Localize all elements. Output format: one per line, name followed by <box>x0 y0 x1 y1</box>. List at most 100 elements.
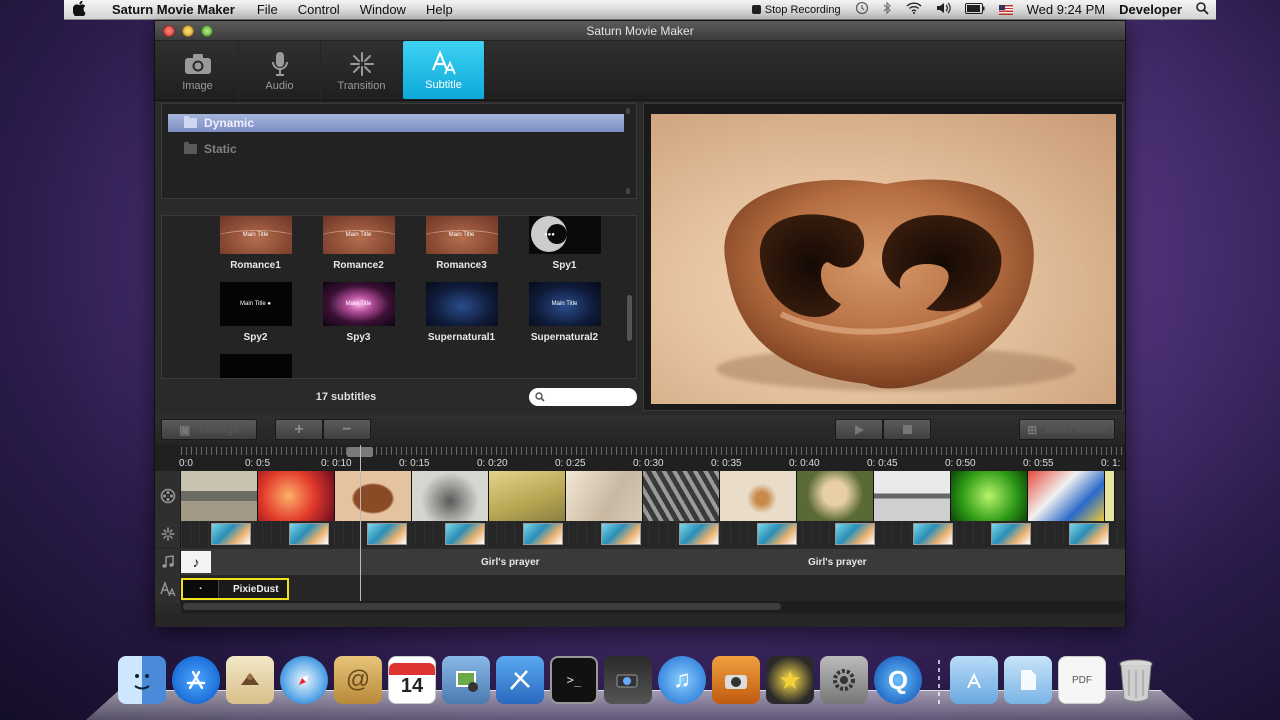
preview-image[interactable] <box>651 114 1116 404</box>
play-button[interactable] <box>835 419 883 440</box>
video-clip[interactable] <box>181 471 258 521</box>
audio-row[interactable]: ♪ Girl's prayer Girl's prayer <box>181 549 1125 575</box>
transition-clip[interactable] <box>289 523 329 545</box>
menu-file[interactable]: File <box>257 2 278 17</box>
subtitle-romance2[interactable]: Main Title Romance2 <box>307 216 410 274</box>
applications-folder-icon[interactable] <box>950 656 998 704</box>
mail-stamp-icon[interactable] <box>226 656 274 704</box>
subtitle-romance1[interactable]: Main Title Romance1 <box>204 216 307 274</box>
video-clip[interactable] <box>643 471 720 521</box>
transition-clip[interactable] <box>601 523 641 545</box>
dvd-player-icon[interactable] <box>604 656 652 704</box>
tool-subtitle-button[interactable]: Subtitle <box>403 41 485 99</box>
menu-help[interactable]: Help <box>426 2 453 17</box>
transition-clip[interactable] <box>211 523 251 545</box>
subtitle-supernatural2[interactable]: Main Title Supernatural2 <box>513 282 616 346</box>
transition-clip[interactable] <box>991 523 1031 545</box>
ical-icon[interactable]: 14 <box>388 656 436 704</box>
battery-icon[interactable] <box>964 2 985 17</box>
menubar-clock[interactable]: Wed 9:24 PM <box>1027 2 1106 17</box>
menu-window[interactable]: Window <box>360 2 406 17</box>
itunes-icon[interactable]: ♫ <box>658 656 706 704</box>
video-frames[interactable] <box>181 471 1115 521</box>
subtitle-spy1[interactable]: ●●● Spy1 <box>513 216 616 274</box>
audio-clip[interactable]: Girl's prayer <box>481 549 781 575</box>
photo-booth-icon[interactable] <box>712 656 760 704</box>
transition-clip[interactable] <box>679 523 719 545</box>
terminal-icon[interactable]: >_ <box>550 656 598 704</box>
change-button[interactable]: ▣ Change <box>161 419 257 440</box>
transition-row[interactable] <box>181 521 1125 547</box>
trash-icon[interactable] <box>1112 656 1160 704</box>
menu-control[interactable]: Control <box>298 2 340 17</box>
subtitle-romance3[interactable]: Main Title Romance3 <box>410 216 513 274</box>
quicktime-icon[interactable]: Q <box>874 656 922 704</box>
finder-icon[interactable] <box>118 656 166 704</box>
add-button[interactable]: + <box>275 419 323 440</box>
close-window-button[interactable] <box>163 25 175 37</box>
category-static[interactable]: Static <box>168 140 624 158</box>
subtitle-clip[interactable]: ▪ PixieDust <box>181 578 289 600</box>
stop-recording-button[interactable]: Stop Recording <box>751 4 841 16</box>
video-clip[interactable] <box>797 471 874 521</box>
video-clip[interactable] <box>874 471 951 521</box>
xcode-icon[interactable] <box>496 656 544 704</box>
transition-clip[interactable] <box>757 523 797 545</box>
safari-icon[interactable] <box>280 656 328 704</box>
scrollbar-knob[interactable] <box>627 295 632 341</box>
transition-clip[interactable] <box>367 523 407 545</box>
search-input[interactable] <box>549 391 629 403</box>
subtitle-spy2[interactable]: Main Title ● Spy2 <box>204 282 307 346</box>
spotlight-search-icon[interactable] <box>1196 1 1209 18</box>
minimize-window-button[interactable] <box>182 25 194 37</box>
system-preferences-icon[interactable] <box>820 656 868 704</box>
bluetooth-icon[interactable] <box>883 1 892 18</box>
video-clip[interactable] <box>951 471 1028 521</box>
video-clip[interactable] <box>720 471 797 521</box>
imovie-icon[interactable]: ★ <box>766 656 814 704</box>
documents-folder-icon[interactable] <box>1004 656 1052 704</box>
transition-clip[interactable] <box>523 523 563 545</box>
time-machine-icon[interactable] <box>855 1 869 18</box>
audio-start-marker[interactable]: ♪ <box>181 551 211 573</box>
user-menu[interactable]: Developer <box>1119 2 1182 17</box>
audio-clip[interactable]: Girl's prayer <box>808 549 1108 575</box>
transition-clip[interactable] <box>1069 523 1109 545</box>
category-scroll-down[interactable] <box>626 188 630 194</box>
thumbnail-scrollbar[interactable] <box>627 217 632 397</box>
subtitle-search[interactable] <box>529 388 637 406</box>
window-titlebar[interactable]: Saturn Movie Maker <box>155 21 1125 41</box>
timeline-scrollbar[interactable] <box>181 601 1125 613</box>
transition-clip[interactable] <box>445 523 485 545</box>
apple-menu-icon[interactable] <box>64 0 94 19</box>
video-clip[interactable] <box>489 471 566 521</box>
video-clip[interactable] <box>1105 471 1115 521</box>
app-store-icon[interactable] <box>172 656 220 704</box>
transition-clip[interactable] <box>913 523 953 545</box>
remove-button[interactable]: − <box>323 419 371 440</box>
tool-transition-button[interactable]: Transition <box>321 41 403 101</box>
video-clip[interactable] <box>258 471 335 521</box>
timeline-ruler[interactable]: 0:0 0: 0:5 0: 0:10 0: 0:15 0: 0:20 0: 0:… <box>155 445 1125 471</box>
transition-clip[interactable] <box>835 523 875 545</box>
subtitle-spy3[interactable]: Main Title Spy3 <box>307 282 410 346</box>
build-movie-button[interactable]: ⊞ Build Movie <box>1019 419 1115 440</box>
category-dynamic[interactable]: Dynamic <box>168 114 624 132</box>
subtitle-supernatural1[interactable]: Supernatural1 <box>410 282 513 346</box>
address-book-icon[interactable]: @ <box>334 656 382 704</box>
stop-button[interactable] <box>883 419 931 440</box>
category-scroll-up[interactable] <box>626 108 630 114</box>
tool-image-button[interactable]: Image <box>157 41 239 101</box>
pdf-document-icon[interactable]: PDF <box>1058 656 1106 704</box>
video-clip[interactable] <box>566 471 643 521</box>
input-source-flag-icon[interactable] <box>998 4 1013 15</box>
scrollbar-knob[interactable] <box>183 603 781 610</box>
iphoto-icon[interactable] <box>442 656 490 704</box>
video-clip[interactable] <box>412 471 489 521</box>
zoom-window-button[interactable] <box>201 25 213 37</box>
app-menu[interactable]: Saturn Movie Maker <box>112 2 235 17</box>
subtitle-row[interactable]: ▪ PixieDust <box>181 575 1125 603</box>
wifi-icon[interactable] <box>906 2 922 17</box>
video-clip[interactable] <box>1028 471 1105 521</box>
video-clip[interactable] <box>335 471 412 521</box>
